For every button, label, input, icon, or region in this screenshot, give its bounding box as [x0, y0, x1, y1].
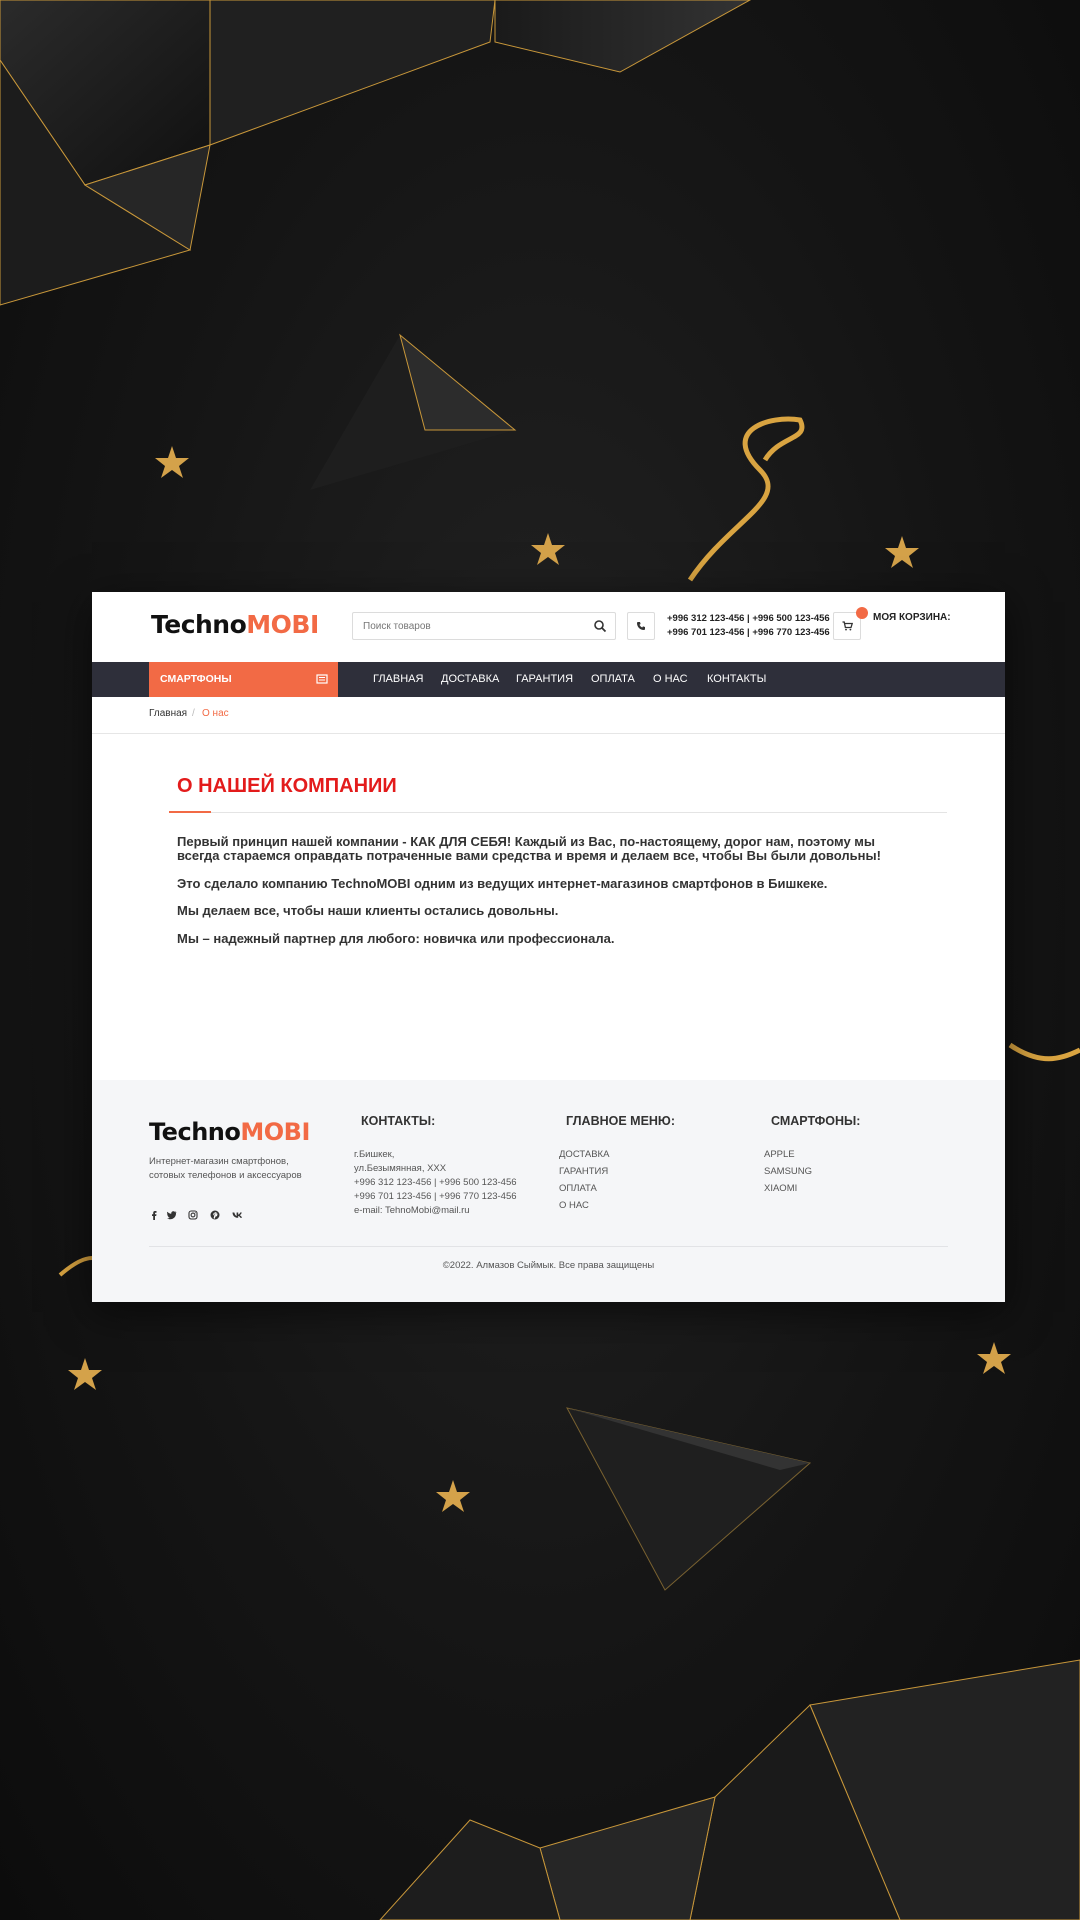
- footer-contact-phones-2: +996 701 123-456 | +996 770 123-456: [354, 1191, 517, 1202]
- search-icon[interactable]: [593, 619, 607, 633]
- phone-line-2: +996 701 123-456 | +996 770 123-456: [667, 627, 830, 638]
- breadcrumb-current: О нас: [202, 708, 229, 719]
- header-logo[interactable]: TechnoMOBI: [151, 610, 319, 639]
- nav-item-contacts[interactable]: КОНТАКТЫ: [707, 673, 766, 685]
- footer-menu-heading: ГЛАВНОЕ МЕНЮ:: [566, 1114, 675, 1128]
- cart-label[interactable]: МОЯ КОРЗИНА:: [873, 612, 951, 623]
- breadcrumb-separator: /: [192, 708, 195, 719]
- footer-contact-street: ул.Безымянная, ХХХ: [354, 1163, 447, 1174]
- footer-menu-payment[interactable]: ОПЛАТА: [559, 1183, 597, 1194]
- footer-contact-email[interactable]: e-mail: TehnoMobi@mail.ru: [354, 1205, 470, 1216]
- about-paragraph-3: Мы делаем все, чтобы наши клиенты остали…: [177, 903, 559, 918]
- footer-description-line-1: Интернет-магазин смартфонов,: [149, 1156, 289, 1167]
- instagram-icon[interactable]: [188, 1210, 198, 1220]
- page-sheet: TechnoMOBI +996 312 123-456 | +996 500 1…: [92, 592, 1005, 1302]
- footer-brand-apple[interactable]: APPLE: [764, 1149, 795, 1160]
- page-title: О НАШЕЙ КОМПАНИИ: [177, 775, 397, 797]
- footer-logo-part-mobi: MOBI: [240, 1118, 310, 1146]
- about-paragraph-4: Мы – надежный партнер для любого: новичк…: [177, 931, 615, 946]
- footer-description-line-2: сотовых телефонов и аксессуаров: [149, 1170, 302, 1181]
- phone-button[interactable]: [627, 612, 655, 640]
- nav-item-home[interactable]: ГЛАВНАЯ: [373, 673, 423, 685]
- footer-contacts-heading: КОНТАКТЫ:: [361, 1114, 436, 1128]
- breadcrumb: Главная / О нас: [92, 697, 1005, 734]
- footer-menu-about[interactable]: О НАС: [559, 1200, 589, 1211]
- site-header: TechnoMOBI +996 312 123-456 | +996 500 1…: [92, 592, 1005, 662]
- logo-part-mobi: MOBI: [246, 610, 319, 639]
- nav-item-about[interactable]: О НАС: [653, 673, 688, 685]
- footer-contact-city: г.Бишкек,: [354, 1149, 395, 1160]
- search-input[interactable]: [353, 613, 598, 639]
- facebook-icon[interactable]: [149, 1210, 159, 1220]
- footer-menu-delivery[interactable]: ДОСТАВКА: [559, 1149, 609, 1160]
- title-divider: [169, 812, 947, 813]
- header-phones: +996 312 123-456 | +996 500 123-456 +996…: [667, 612, 830, 640]
- cart-icon: [842, 621, 853, 631]
- footer-logo-part-techno: Techno: [149, 1118, 241, 1146]
- phone-line-1: +996 312 123-456 | +996 500 123-456: [667, 613, 830, 624]
- main-navbar: СМАРТФОНЫ ГЛАВНАЯ ДОСТАВКА ГАРАНТИЯ ОПЛА…: [92, 662, 1005, 697]
- vk-icon[interactable]: [232, 1210, 244, 1220]
- about-paragraph-2: Это сделало компанию TechnoMOBI одним из…: [177, 876, 828, 891]
- footer-logo[interactable]: TechnoMOBI: [149, 1118, 310, 1146]
- category-button-label: СМАРТФОНЫ: [160, 673, 232, 685]
- cart-count-badge: [856, 607, 868, 619]
- phone-icon: [637, 622, 645, 630]
- pinterest-icon[interactable]: [210, 1210, 220, 1220]
- smartphones-category-button[interactable]: СМАРТФОНЫ: [149, 662, 338, 697]
- nav-item-warranty[interactable]: ГАРАНТИЯ: [516, 673, 573, 685]
- footer-phones-heading: СМАРТФОНЫ:: [771, 1114, 861, 1128]
- twitter-icon[interactable]: [167, 1210, 177, 1220]
- footer-description: Интернет-магазин смартфонов, сотовых тел…: [149, 1155, 302, 1183]
- footer-menu-warranty[interactable]: ГАРАНТИЯ: [559, 1166, 608, 1177]
- footer-divider: [149, 1246, 948, 1247]
- nav-item-payment[interactable]: ОПЛАТА: [591, 673, 635, 685]
- site-footer: TechnoMOBI Интернет-магазин смартфонов, …: [92, 1080, 1005, 1302]
- about-paragraph-1: Первый принцип нашей компании - КАК ДЛЯ …: [177, 834, 881, 863]
- footer-brand-samsung[interactable]: SAMSUNG: [764, 1166, 812, 1177]
- copyright-text: ©2022. Алмазов Сыймык. Все права защищен…: [442, 1260, 655, 1271]
- title-accent-bar: [169, 811, 211, 813]
- footer-contact-phones-1: +996 312 123-456 | +996 500 123-456: [354, 1177, 517, 1188]
- logo-part-techno: Techno: [151, 610, 247, 639]
- list-icon: [316, 674, 328, 684]
- breadcrumb-home-link[interactable]: Главная: [149, 708, 187, 719]
- footer-brand-xiaomi[interactable]: XIAOMI: [764, 1183, 797, 1194]
- search-box: [352, 612, 616, 640]
- nav-item-delivery[interactable]: ДОСТАВКА: [441, 673, 499, 685]
